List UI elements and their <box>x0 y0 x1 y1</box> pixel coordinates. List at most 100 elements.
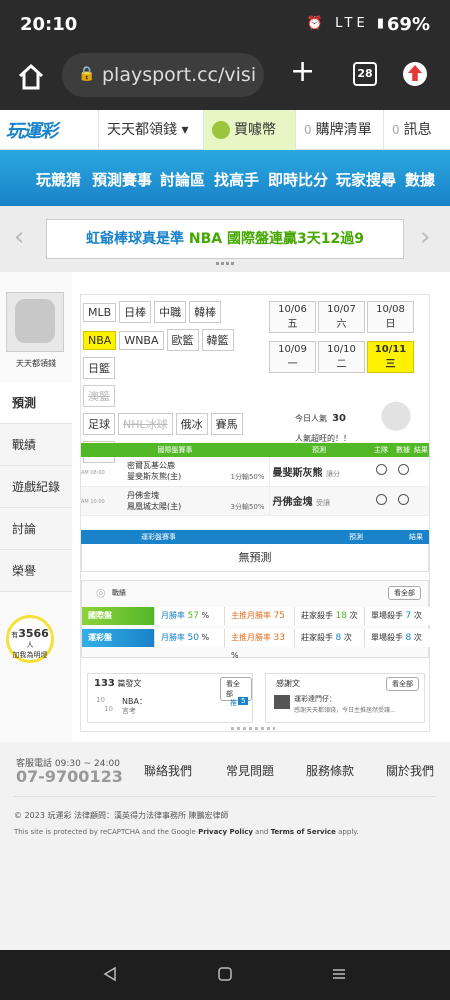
address-bar[interactable]: 🔒 playsport.cc/visi <box>62 53 264 97</box>
league-euro-bball[interactable]: 歐籃 <box>166 329 199 351</box>
thanks-more-button[interactable]: 看全部 <box>386 677 419 691</box>
away-team: 密爾瓦基公鹿 <box>127 461 175 471</box>
nav-forum[interactable]: 討論區 <box>160 150 205 206</box>
pick-note: 受讓 <box>315 499 330 507</box>
lightbulb-icon[interactable]: 有3566人 加我為明燈 <box>6 615 54 663</box>
date-1006[interactable]: 10/06 五 <box>269 301 316 333</box>
game-time: AM 10:00 <box>81 499 105 505</box>
post-badge: 5 <box>238 697 249 705</box>
chevron-left-icon[interactable]: ‹ <box>14 222 24 252</box>
carousel-dots <box>216 262 234 265</box>
thanks-title[interactable]: 運彩達門仔： <box>294 694 336 704</box>
line: 3分輸50% <box>230 502 265 511</box>
thanks-card: 感謝文 看全部 運彩達門仔： 感謝天天都領錢，今日主推居然受讓... <box>265 673 425 723</box>
date-picker: 10/06 五10/07 六10/08 日 10/09 一10/10 二10/1… <box>269 301 429 381</box>
post-date2: 10 <box>104 705 113 713</box>
chevron-right-icon[interactable]: › <box>420 222 430 252</box>
messages-link[interactable]: 0 訊息 <box>383 110 450 150</box>
league-horse[interactable]: 賽馬 <box>210 413 243 435</box>
league-wnba[interactable]: WNBA <box>119 331 164 350</box>
nav-find-experts[interactable]: 找高手 <box>214 150 259 206</box>
col-home: 主隊 <box>369 443 393 457</box>
banner-text: 虹爺棒球真是準 <box>86 231 189 247</box>
upgrade-icon[interactable] <box>403 62 427 86</box>
game-time: AM 08:00 <box>81 469 105 476</box>
league-cpbl[interactable]: 中職 <box>154 301 187 323</box>
league-nba[interactable]: NBA <box>83 331 117 350</box>
league-jbl[interactable]: 日籃 <box>83 357 115 379</box>
site-logo[interactable]: 玩運彩 <box>6 117 58 143</box>
buy-label: 買噱幣 <box>234 122 276 138</box>
league-soccer[interactable]: 足球 <box>83 413 115 435</box>
avatar[interactable] <box>6 292 64 352</box>
lock-icon: 🔒 <box>78 66 96 82</box>
record-title: 戰績 <box>112 589 126 597</box>
col-data: 數據 <box>393 443 413 457</box>
lottery-prediction-table: 運彩盤賽事 預測 結果 無預測 <box>81 530 429 572</box>
banner-highlight: NBA 國際盤連贏3天12過9 <box>188 231 364 247</box>
msg-label: 訊息 <box>403 122 432 138</box>
pick-radio[interactable] <box>375 493 387 505</box>
banner-link[interactable]: 虹爺棒球真是準 NBA 國際盤連贏3天12過9 <box>46 219 404 259</box>
support-phone[interactable]: 07-9700123 <box>16 767 123 786</box>
tab-record[interactable]: 戰績 <box>0 424 72 466</box>
prediction-panel: MLB日棒中職韓棒 NBAWNBA歐籃韓籃日籃 澳籃 足球NHL冰球俄冰賽馬美足… <box>80 294 430 732</box>
data-radio[interactable] <box>397 464 409 476</box>
post-count: 133 <box>94 678 115 689</box>
home-nav-icon[interactable] <box>217 966 233 982</box>
tab-honors[interactable]: 榮譽 <box>0 550 72 592</box>
nav-player-search[interactable]: 玩家搜尋 <box>336 150 396 206</box>
date-1009[interactable]: 10/09 一 <box>269 341 316 373</box>
battery-level: 69% <box>386 14 430 35</box>
back-icon[interactable] <box>102 966 118 982</box>
intl-record-row: 國際盤 月勝率 57 % 主推月勝率 75 % 莊家殺手 18 次 單場殺手 7… <box>82 607 430 638</box>
tab-game-log[interactable]: 遊戲紀錄 <box>0 466 72 508</box>
date-1010[interactable]: 10/10 二 <box>318 341 365 373</box>
system-nav-bar <box>0 950 450 1000</box>
league-mlb[interactable]: MLB <box>83 303 117 322</box>
line: 1分輸50% <box>230 473 265 482</box>
home-team: 鳳凰城太陽(主) <box>127 501 182 511</box>
tab-switcher-button[interactable]: 28 <box>353 62 377 86</box>
about-link[interactable]: 關於我們 <box>386 762 434 779</box>
username: 天天都領錢 <box>16 359 56 368</box>
msg-count: 0 <box>392 123 400 137</box>
clock: 20:10 <box>20 14 78 35</box>
tab-predictions[interactable]: 預測 <box>0 382 72 424</box>
coin-icon <box>212 121 230 139</box>
record-more-button[interactable]: 看全部 <box>388 586 421 600</box>
date-1011[interactable]: 10/11 三 <box>367 341 414 373</box>
data-radio[interactable] <box>397 493 409 505</box>
league-kbo[interactable]: 韓棒 <box>189 301 222 323</box>
league-npb[interactable]: 日棒 <box>119 301 152 323</box>
date-1008[interactable]: 10/08 日 <box>367 301 414 333</box>
home-icon[interactable] <box>14 60 48 94</box>
cart-link[interactable]: 0 購牌清單 <box>295 110 383 150</box>
faq-link[interactable]: 常見問題 <box>226 762 274 779</box>
lottery-record-row: 運彩盤 月勝率 50 % 主推月勝率 33 % 莊家殺手 8 次 單場殺手 8 … <box>82 629 430 660</box>
recaptcha-notice: This site is protected by reCAPTCHA and … <box>14 828 359 836</box>
pop-count: 3566 <box>18 627 49 640</box>
tab-discussion[interactable]: 討論 <box>0 508 72 550</box>
date-1007[interactable]: 10/07 六 <box>318 301 365 333</box>
no-predictions: 無預測 <box>81 544 429 572</box>
recents-icon[interactable] <box>331 966 347 982</box>
mascot-icon <box>371 391 421 433</box>
account-menu[interactable]: 天天都領錢 ▾ <box>98 110 202 150</box>
footer-divider <box>14 796 436 797</box>
nav-live-scores[interactable]: 即時比分 <box>268 150 328 206</box>
status-icons: ⏰ LTE ▮ <box>306 16 388 31</box>
nav-predict[interactable]: 預測賽事 <box>92 150 152 206</box>
league-khl[interactable]: 俄冰 <box>175 413 208 435</box>
tos-link[interactable]: Terms of Service <box>271 828 336 836</box>
pick-radio[interactable] <box>375 464 387 476</box>
privacy-link[interactable]: Privacy Policy <box>198 828 253 836</box>
terms-link[interactable]: 服務條款 <box>306 762 354 779</box>
league-kbl[interactable]: 韓籃 <box>201 329 234 351</box>
nav-data[interactable]: 數據 <box>405 150 435 206</box>
away-team: 丹佛金塊 <box>127 490 159 500</box>
contact-link[interactable]: 聯絡我們 <box>144 762 192 779</box>
buy-coins-button[interactable]: 買噱幣 <box>203 110 295 150</box>
nav-play-guess[interactable]: 玩競猜 <box>36 150 81 206</box>
new-tab-icon[interactable]: + <box>290 54 315 89</box>
